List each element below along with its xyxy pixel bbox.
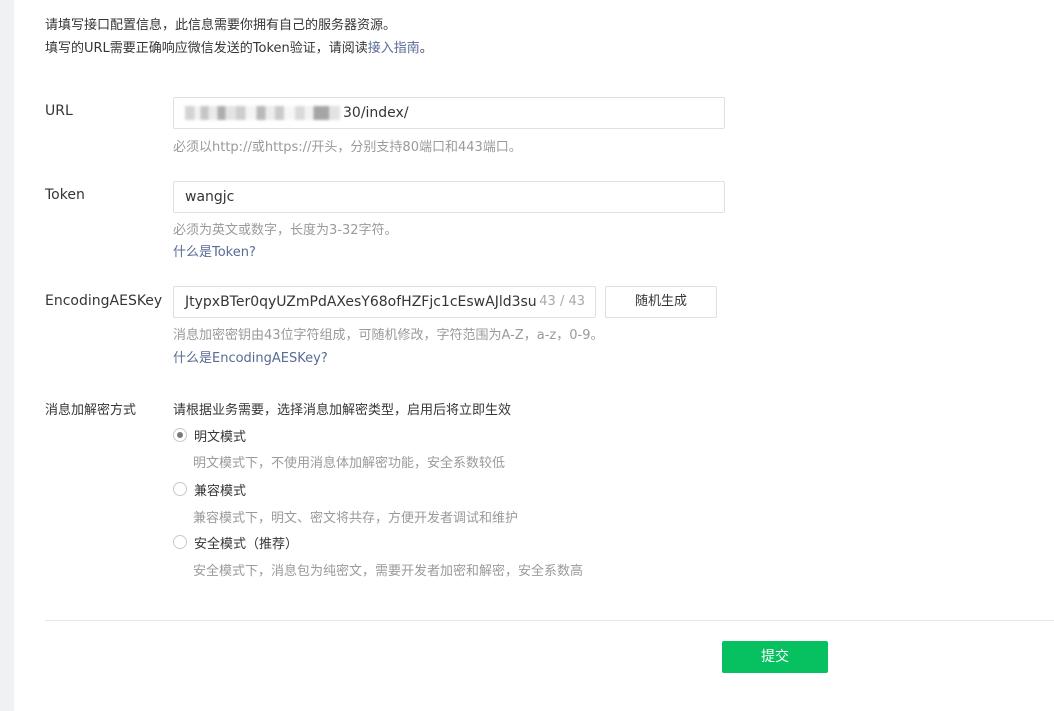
url-value: 30/index/ (343, 105, 409, 121)
token-value: wangjc (185, 189, 235, 205)
intro-line-2: 填写的URL需要正确响应微信发送的Token验证，请阅读接入指南。 (45, 37, 433, 60)
radio-option-compatible[interactable]: 兼容模式 (173, 480, 247, 499)
encryption-label: 消息加解密方式 (45, 403, 137, 418)
aes-label: EncodingAESKey (45, 293, 163, 309)
generate-random-button[interactable]: 随机生成 (605, 286, 717, 318)
aes-input[interactable]: JtypxBTer0qyUZmPdAXesY68ofHZFjc1cEswAJld… (173, 286, 596, 318)
radio-label: 明文模式 (194, 429, 247, 445)
token-help-link[interactable]: 什么是Token? (173, 241, 256, 260)
radio-button[interactable] (173, 482, 187, 496)
url-input[interactable]: 30/index/ (173, 97, 725, 129)
encryption-instruction: 请根据业务需要，选择消息加解密类型，启用后将立即生效 (173, 403, 512, 418)
radio-button[interactable] (173, 428, 187, 442)
access-guide-link[interactable]: 接入指南 (368, 41, 420, 56)
radio-button[interactable] (173, 535, 187, 549)
token-hint: 必须为英文或数字，长度为3-32字符。 (173, 223, 398, 238)
radio-desc-compatible: 兼容模式下，明文、密文将共存，方便开发者调试和维护 (193, 511, 519, 526)
intro-line-1: 请填写接口配置信息，此信息需要你拥有自己的服务器资源。 (45, 18, 397, 33)
url-label: URL (45, 103, 73, 119)
token-label: Token (45, 187, 85, 203)
radio-desc-plaintext: 明文模式下，不使用消息体加解密功能，安全系数较低 (193, 456, 506, 471)
token-input[interactable]: wangjc (173, 181, 725, 213)
radio-option-plaintext[interactable]: 明文模式 (173, 426, 247, 445)
aes-help-link[interactable]: 什么是EncodingAESKey? (173, 347, 328, 366)
intro-text: 请填写接口配置信息，此信息需要你拥有自己的服务器资源。 填写的URL需要正确响应… (45, 14, 433, 60)
intro-line-2-suffix: 。 (419, 41, 433, 56)
redacted-url-part (185, 106, 340, 120)
radio-label: 兼容模式 (194, 483, 247, 499)
radio-option-secure[interactable]: 安全模式（推荐） (173, 533, 299, 552)
submit-button[interactable]: 提交 (722, 641, 828, 673)
aes-value: JtypxBTer0qyUZmPdAXesY68ofHZFjc1cEswAJld… (185, 294, 537, 310)
intro-line-2-prefix: 填写的URL需要正确响应微信发送的Token验证，请阅读 (45, 41, 368, 56)
divider (45, 620, 1054, 621)
aes-hint: 消息加密密钥由43位字符组成，可随机修改，字符范围为A-Z，a-z，0-9。 (173, 328, 604, 343)
aes-char-counter: 43 / 43 (539, 294, 585, 309)
radio-label: 安全模式（推荐） (194, 536, 299, 552)
config-panel: 请填写接口配置信息，此信息需要你拥有自己的服务器资源。 填写的URL需要正确响应… (14, 0, 1054, 711)
radio-desc-secure: 安全模式下，消息包为纯密文，需要开发者加密和解密，安全系数高 (193, 564, 584, 579)
url-hint: 必须以http://或https://开头，分别支持80端口和443端口。 (173, 140, 522, 155)
